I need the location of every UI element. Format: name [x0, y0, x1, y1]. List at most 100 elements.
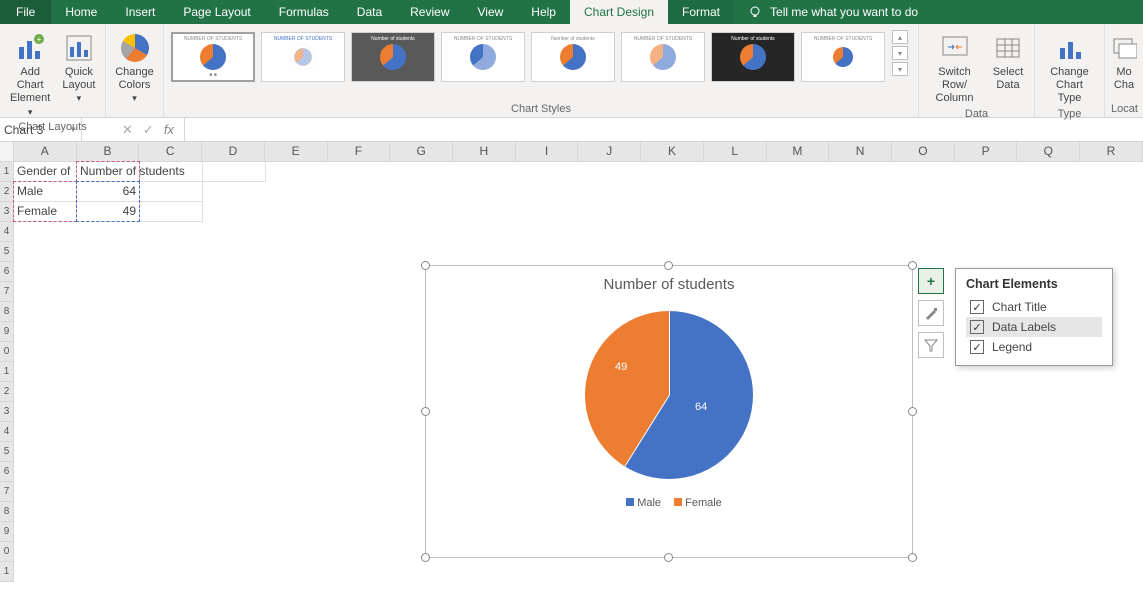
row-21[interactable]: 1: [0, 562, 14, 582]
tab-chart-design[interactable]: Chart Design: [570, 0, 668, 24]
col-L[interactable]: L: [704, 142, 767, 161]
col-J[interactable]: J: [578, 142, 641, 161]
row-5[interactable]: 5: [0, 242, 14, 262]
chart-style-2[interactable]: NUMBER OF STUDENTS: [261, 32, 345, 82]
chart-handle-br[interactable]: [908, 553, 917, 562]
fx-icon[interactable]: fx: [164, 122, 174, 137]
chart-handle-tr[interactable]: [908, 261, 917, 270]
tab-page-layout[interactable]: Page Layout: [169, 0, 264, 24]
cell-B2[interactable]: 64: [77, 182, 140, 202]
cancel-icon[interactable]: ✕: [122, 122, 133, 138]
style-scroll-more[interactable]: ▾: [892, 62, 908, 76]
col-B[interactable]: B: [77, 142, 140, 161]
row-17[interactable]: 7: [0, 482, 14, 502]
row-20[interactable]: 0: [0, 542, 14, 562]
col-K[interactable]: K: [641, 142, 704, 161]
tab-file[interactable]: File: [0, 0, 51, 24]
chart-style-5[interactable]: Number of students: [531, 32, 615, 82]
style-scroll-down[interactable]: ▾: [892, 46, 908, 60]
row-9[interactable]: 9: [0, 322, 14, 342]
row-1[interactable]: 1: [0, 162, 14, 182]
chart-style-4[interactable]: NUMBER OF STUDENTS: [441, 32, 525, 82]
flyout-legend[interactable]: ✓ Legend: [966, 337, 1102, 357]
row-6[interactable]: 6: [0, 262, 14, 282]
cell-C3[interactable]: [140, 202, 203, 222]
cell-C1[interactable]: [140, 162, 203, 182]
row-12[interactable]: 2: [0, 382, 14, 402]
chart-handle-tl[interactable]: [421, 261, 430, 270]
tab-view[interactable]: View: [464, 0, 518, 24]
tab-help[interactable]: Help: [517, 0, 570, 24]
chart-handle-bl[interactable]: [421, 553, 430, 562]
change-colors-button[interactable]: Change Colors: [111, 30, 158, 108]
cells-area[interactable]: Gender of Number of students Male 64 Fem…: [14, 162, 266, 582]
col-F[interactable]: F: [328, 142, 391, 161]
chart-handle-bm[interactable]: [664, 553, 673, 562]
chart-filters-button[interactable]: [918, 332, 944, 358]
col-Q[interactable]: Q: [1017, 142, 1080, 161]
row-13[interactable]: 3: [0, 402, 14, 422]
enter-icon[interactable]: ✓: [143, 122, 154, 138]
row-18[interactable]: 8: [0, 502, 14, 522]
row-16[interactable]: 6: [0, 462, 14, 482]
chart-style-8[interactable]: NUMBER OF STUDENTS: [801, 32, 885, 82]
col-R[interactable]: R: [1080, 142, 1143, 161]
tab-formulas[interactable]: Formulas: [265, 0, 343, 24]
row-10[interactable]: 0: [0, 342, 14, 362]
col-I[interactable]: I: [516, 142, 579, 161]
row-19[interactable]: 9: [0, 522, 14, 542]
flyout-chart-title[interactable]: ✓ Chart Title: [966, 297, 1102, 317]
chart-handle-tm[interactable]: [664, 261, 673, 270]
col-O[interactable]: O: [892, 142, 955, 161]
cell-A1[interactable]: Gender of: [14, 162, 77, 182]
select-all-corner[interactable]: [0, 142, 14, 161]
cell-B3[interactable]: 49: [77, 202, 140, 222]
move-chart-button[interactable]: Mo Cha: [1104, 30, 1143, 94]
tell-me[interactable]: Tell me what you want to do: [734, 0, 932, 24]
switch-row-column-button[interactable]: Switch Row/ Column: [925, 30, 984, 108]
chart-style-3[interactable]: Number of students: [351, 32, 435, 82]
col-D[interactable]: D: [202, 142, 265, 161]
row-15[interactable]: 5: [0, 442, 14, 462]
pie-chart[interactable]: 64 49: [426, 311, 912, 479]
tab-format[interactable]: Format: [668, 0, 734, 24]
quick-layout-button[interactable]: Quick Layout: [58, 30, 99, 108]
flyout-data-labels[interactable]: ✓ Data Labels: [966, 317, 1102, 337]
col-H[interactable]: H: [453, 142, 516, 161]
chart-style-1[interactable]: NUMBER OF STUDENTS■ ■: [171, 32, 255, 82]
row-11[interactable]: 1: [0, 362, 14, 382]
row-3[interactable]: 3: [0, 202, 14, 222]
cell-A3[interactable]: Female: [14, 202, 77, 222]
chart-styles-button[interactable]: [918, 300, 944, 326]
row-2[interactable]: 2: [0, 182, 14, 202]
change-chart-type-button[interactable]: Change Chart Type: [1041, 30, 1098, 108]
row-7[interactable]: 7: [0, 282, 14, 302]
select-data-button[interactable]: Select Data: [988, 30, 1028, 94]
cell-A2[interactable]: Male: [14, 182, 77, 202]
chart-title[interactable]: Number of students: [426, 266, 912, 293]
name-box[interactable]: Chart 3 ▼: [0, 118, 82, 141]
tab-review[interactable]: Review: [396, 0, 463, 24]
formula-input[interactable]: [184, 118, 1143, 141]
col-M[interactable]: M: [767, 142, 830, 161]
chart-style-6[interactable]: NUMBER OF STUDENTS: [621, 32, 705, 82]
cell-C2[interactable]: [140, 182, 203, 202]
col-E[interactable]: E: [265, 142, 328, 161]
cell-B1[interactable]: Number of students: [77, 162, 140, 182]
tab-insert[interactable]: Insert: [111, 0, 169, 24]
col-A[interactable]: A: [14, 142, 77, 161]
chart-elements-button[interactable]: +: [918, 268, 944, 294]
add-chart-element-button[interactable]: + Add Chart Element: [6, 30, 54, 121]
chart-style-7[interactable]: Number of students: [711, 32, 795, 82]
tab-data[interactable]: Data: [343, 0, 396, 24]
row-4[interactable]: 4: [0, 222, 14, 242]
col-G[interactable]: G: [390, 142, 453, 161]
tab-home[interactable]: Home: [51, 0, 111, 24]
cell-D1[interactable]: [203, 162, 266, 182]
chart-legend[interactable]: Male Female: [426, 497, 912, 509]
style-scroll-up[interactable]: ▴: [892, 30, 908, 44]
chart-object[interactable]: Number of students 64 49 Male Female: [425, 265, 913, 558]
col-C[interactable]: C: [139, 142, 202, 161]
row-8[interactable]: 8: [0, 302, 14, 322]
col-N[interactable]: N: [829, 142, 892, 161]
